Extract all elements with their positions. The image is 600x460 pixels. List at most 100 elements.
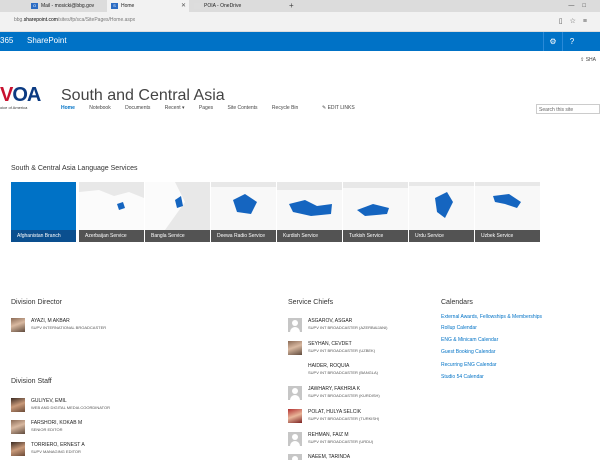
share-button[interactable]: ⇪ SHA (580, 57, 596, 63)
person-name: FARSHORI, KOKAB M (31, 420, 83, 426)
avatar (288, 363, 302, 377)
tile-label: Deewa Radio Service (211, 230, 276, 242)
language-services-heading: South & Central Asia Language Services (11, 165, 138, 172)
turkish-map (343, 188, 408, 230)
person-title: SUPV INT BROADCASTER (KURDISH) (308, 393, 380, 398)
calendar-link[interactable]: ENG & Minicam Calendar (441, 337, 498, 343)
person-title: SUPV MANAGING EDITOR (31, 449, 81, 454)
browser-tab-mail[interactable]: O Mail - mosicki@bbg.gov (27, 0, 107, 12)
window-controls[interactable]: —□ (568, 0, 594, 12)
calendar-link[interactable]: Studio 54 Calendar (441, 374, 484, 380)
url-prefix: bbg. (14, 17, 24, 23)
tab-label: POIA - OneDrive (204, 3, 242, 9)
logo-oa: OA (12, 84, 41, 106)
nav-notebook[interactable]: Notebook (89, 105, 110, 111)
division-staff-heading: Division Staff (11, 378, 52, 385)
avatar (11, 442, 25, 456)
calendar-link[interactable]: External Awards, Fellowships & Membershi… (441, 314, 542, 320)
address-bar[interactable]: bbg.sharepoint.com/sites/fp/sca/SitePage… (0, 12, 600, 32)
calendar-link[interactable]: Recurring ENG Calendar (441, 362, 497, 368)
person-name: AYAZI, M AKBAR (31, 318, 70, 324)
bangla-map (145, 182, 185, 230)
tile-label: Kurdish Service (277, 230, 342, 242)
url-domain: sharepoint.com (23, 17, 58, 23)
voa-logo[interactable]: VOA oice of America (0, 84, 41, 110)
url-text[interactable]: bbg.sharepoint.com/sites/fp/sca/SitePage… (14, 17, 135, 23)
logo-mark: VOA (0, 84, 41, 107)
sharepoint-icon: S (111, 3, 118, 9)
kurdish-map (277, 190, 342, 230)
browser-tab-onedrive[interactable]: POIA - OneDrive (190, 0, 282, 12)
avatar (288, 386, 302, 400)
tile-turkish[interactable]: Turkish Service (343, 182, 408, 242)
nav-pages[interactable]: Pages (199, 105, 213, 111)
division-director-heading: Division Director (11, 299, 62, 306)
tab-label: Mail - mosicki@bbg.gov (41, 3, 95, 9)
urdu-map (409, 186, 474, 230)
person-name: TORRIERO, ERNEST A (31, 442, 85, 448)
address-bar-icons[interactable]: ▯☆≡ (559, 17, 594, 25)
nav-recycle-bin[interactable]: Recycle Bin (272, 105, 298, 111)
nav-home[interactable]: Home (61, 105, 75, 111)
person-name: HAIDER, ROQUIA (308, 363, 350, 369)
tile-bangla[interactable]: Bangla Service (145, 182, 210, 242)
person-title: SUPV INT BROADCASTER (UZBEK) (308, 348, 376, 353)
new-tab-button[interactable]: + (289, 0, 294, 12)
gear-icon[interactable]: ⚙ (543, 32, 562, 51)
person-name: NAEEM, TARINDA (308, 454, 351, 460)
person-title: SUPV INT BROADCASTER (TURKISH) (308, 416, 380, 421)
browser-tab-bar: O Mail - mosicki@bbg.gov S Home ✕ POIA -… (0, 0, 600, 12)
site-title[interactable]: South and Central Asia (61, 87, 225, 105)
calendar-link[interactable]: Guest Booking Calendar (441, 349, 495, 355)
office365-label[interactable]: 365 (0, 36, 13, 45)
person-name: ASGAROV, ASGAR (308, 318, 353, 324)
deewa-map (211, 187, 276, 230)
person-title: SUPV INT BROADCASTER (BANGLA) (308, 370, 378, 375)
person-title: SENIOR EDITOR (31, 427, 63, 432)
share-label: SHA (585, 57, 596, 63)
person-name: JAWHARY, FAKHRIA K (308, 386, 361, 392)
avatar (288, 454, 302, 460)
person-title: SUPV INT BROADCASTER (URDU) (308, 439, 374, 444)
site-search-input[interactable]: Search this site (536, 104, 600, 114)
tile-urdu[interactable]: Urdu Service (409, 182, 474, 242)
close-tab-icon[interactable]: ✕ (181, 0, 186, 12)
edit-links-button[interactable]: ✎ EDIT LINKS (322, 105, 355, 111)
nav-site-contents[interactable]: Site Contents (228, 105, 258, 111)
tile-afghanistan[interactable]: Afghanistan Branch (11, 182, 76, 242)
tile-deewa[interactable]: Deewa Radio Service (211, 182, 276, 242)
tile-kurdish[interactable]: Kurdish Service (277, 182, 342, 242)
app-name[interactable]: SharePoint (27, 36, 67, 45)
avatar (288, 432, 302, 446)
url-path: /sites/fp/sca/SitePages/Home.aspx (57, 17, 136, 23)
tile-label: Afghanistan Branch (11, 230, 76, 242)
avatar (11, 398, 25, 412)
page-icon (194, 3, 201, 9)
person-name: SEYHAN, CEVDET (308, 341, 352, 347)
avatar (288, 318, 302, 332)
service-chiefs-heading: Service Chiefs (288, 299, 334, 306)
person-title: SUPV INT BROADCASTER (AZERBAIJANI) (308, 325, 388, 330)
person-title: WEB AND DIGITAL MEDIA COORDINATOR (31, 405, 110, 410)
avatar (11, 420, 25, 434)
azerbaijan-map (79, 190, 144, 230)
nav-recent[interactable]: Recent ▾ (165, 105, 185, 111)
calendars-heading: Calendars (441, 299, 473, 306)
tab-label: Home (121, 3, 135, 9)
tile-label: Turkish Service (343, 230, 408, 242)
avatar (288, 409, 302, 423)
logo-v: V (0, 84, 13, 106)
person-name: POLAT, HULYA SELCIK (308, 409, 362, 415)
nav-documents[interactable]: Documents (125, 105, 150, 111)
tile-uzbek[interactable]: Uzbek Service (475, 182, 540, 242)
avatar (11, 318, 25, 332)
tile-azerbaijan[interactable]: Azerbaijan Service (79, 182, 144, 242)
avatar (288, 341, 302, 355)
calendar-link[interactable]: Rollup Calendar (441, 325, 477, 331)
browser-tab-home[interactable]: S Home ✕ (107, 0, 189, 12)
top-navigation: Home Notebook Documents Recent ▾ Pages S… (61, 105, 311, 111)
tile-label: Bangla Service (145, 230, 210, 242)
help-icon[interactable]: ? (562, 32, 581, 51)
person-name: REHMAN, FAIZ M (308, 432, 349, 438)
person-title: SUPV INTERNATIONAL BROADCASTER (31, 325, 107, 330)
